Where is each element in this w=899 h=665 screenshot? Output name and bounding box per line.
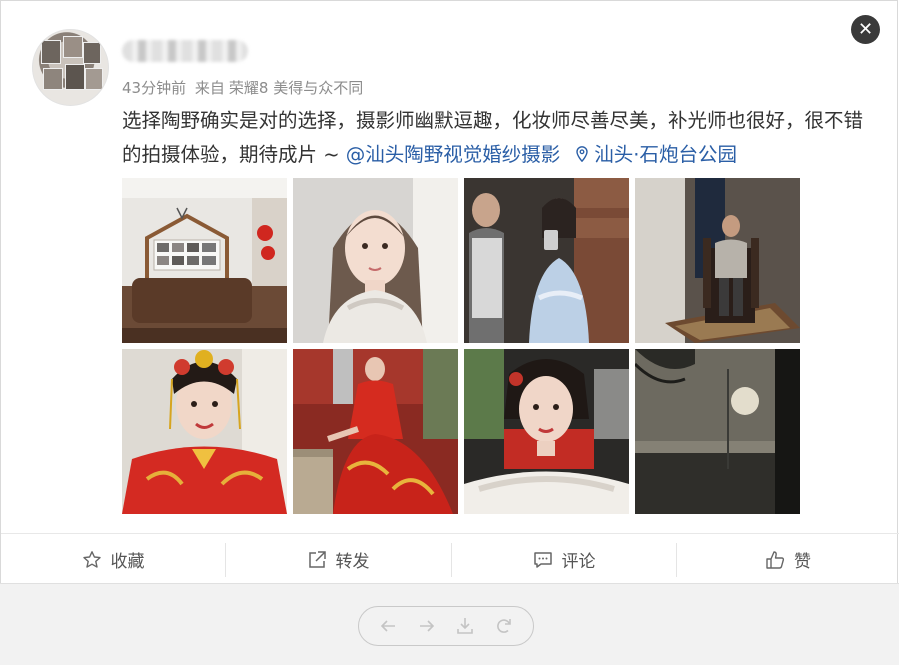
rotate-icon[interactable] [494, 616, 514, 636]
photo-bride-selfie-white[interactable] [293, 178, 458, 343]
post-source-device[interactable]: 荣耀8 美得与众不同 [229, 79, 363, 97]
close-button[interactable]: ✕ [851, 15, 880, 44]
close-icon: ✕ [857, 19, 874, 40]
photo-bride-red-headdress[interactable] [122, 349, 287, 514]
location-link[interactable]: 汕头·石炮台公园 [594, 143, 737, 166]
photo-beach-sunset[interactable] [635, 349, 800, 514]
like-label: 赞 [794, 552, 811, 572]
arrow-right-icon[interactable] [417, 616, 437, 636]
post-source-prefix: 来自 [194, 79, 225, 97]
photo-bride-red-qipao[interactable] [293, 349, 458, 514]
favorite-button[interactable]: 收藏 [1, 534, 225, 585]
post-time[interactable]: 43分钟前 [122, 79, 186, 97]
comment-button[interactable]: 评论 [452, 534, 676, 585]
mention-link[interactable]: @汕头陶野视觉婚纱摄影 [346, 143, 561, 166]
action-bar: 收藏 转发 评论 赞 [1, 533, 899, 585]
thumbs-up-icon [766, 550, 785, 569]
post-text: 选择陶野确实是对的选择，摄影师幽默逗趣，化妆师尽善尽美，补光师也很好，很不错的拍… [122, 104, 867, 172]
comment-label: 评论 [561, 552, 596, 572]
user-avatar[interactable] [32, 29, 109, 106]
comment-icon [533, 551, 552, 568]
favorite-label: 收藏 [110, 552, 145, 572]
photo-bride-car-selfie[interactable] [464, 349, 629, 514]
location-pin-icon [576, 146, 588, 162]
photo-couple-mirror-selfie[interactable] [464, 178, 629, 343]
repost-label: 转发 [335, 552, 370, 572]
viewer-footer [0, 583, 899, 665]
photo-studio-lobby[interactable] [122, 178, 287, 343]
share-icon [308, 550, 326, 568]
repost-button[interactable]: 转发 [226, 534, 450, 585]
like-button[interactable]: 赞 [677, 534, 899, 585]
arrow-left-icon[interactable] [378, 616, 398, 636]
image-nav-controls [358, 606, 534, 646]
photo-groom-throne[interactable] [635, 178, 800, 343]
photo-grid [122, 178, 802, 514]
post-meta: 43分钟前 来自 荣耀8 美得与众不同 [122, 77, 367, 98]
weibo-post-card: 43分钟前 来自 荣耀8 美得与众不同 选择陶野确实是对的选择，摄影师幽默逗趣，化… [0, 0, 899, 585]
star-icon [82, 550, 101, 568]
username-blurred[interactable] [122, 40, 248, 62]
download-icon[interactable] [455, 616, 475, 636]
